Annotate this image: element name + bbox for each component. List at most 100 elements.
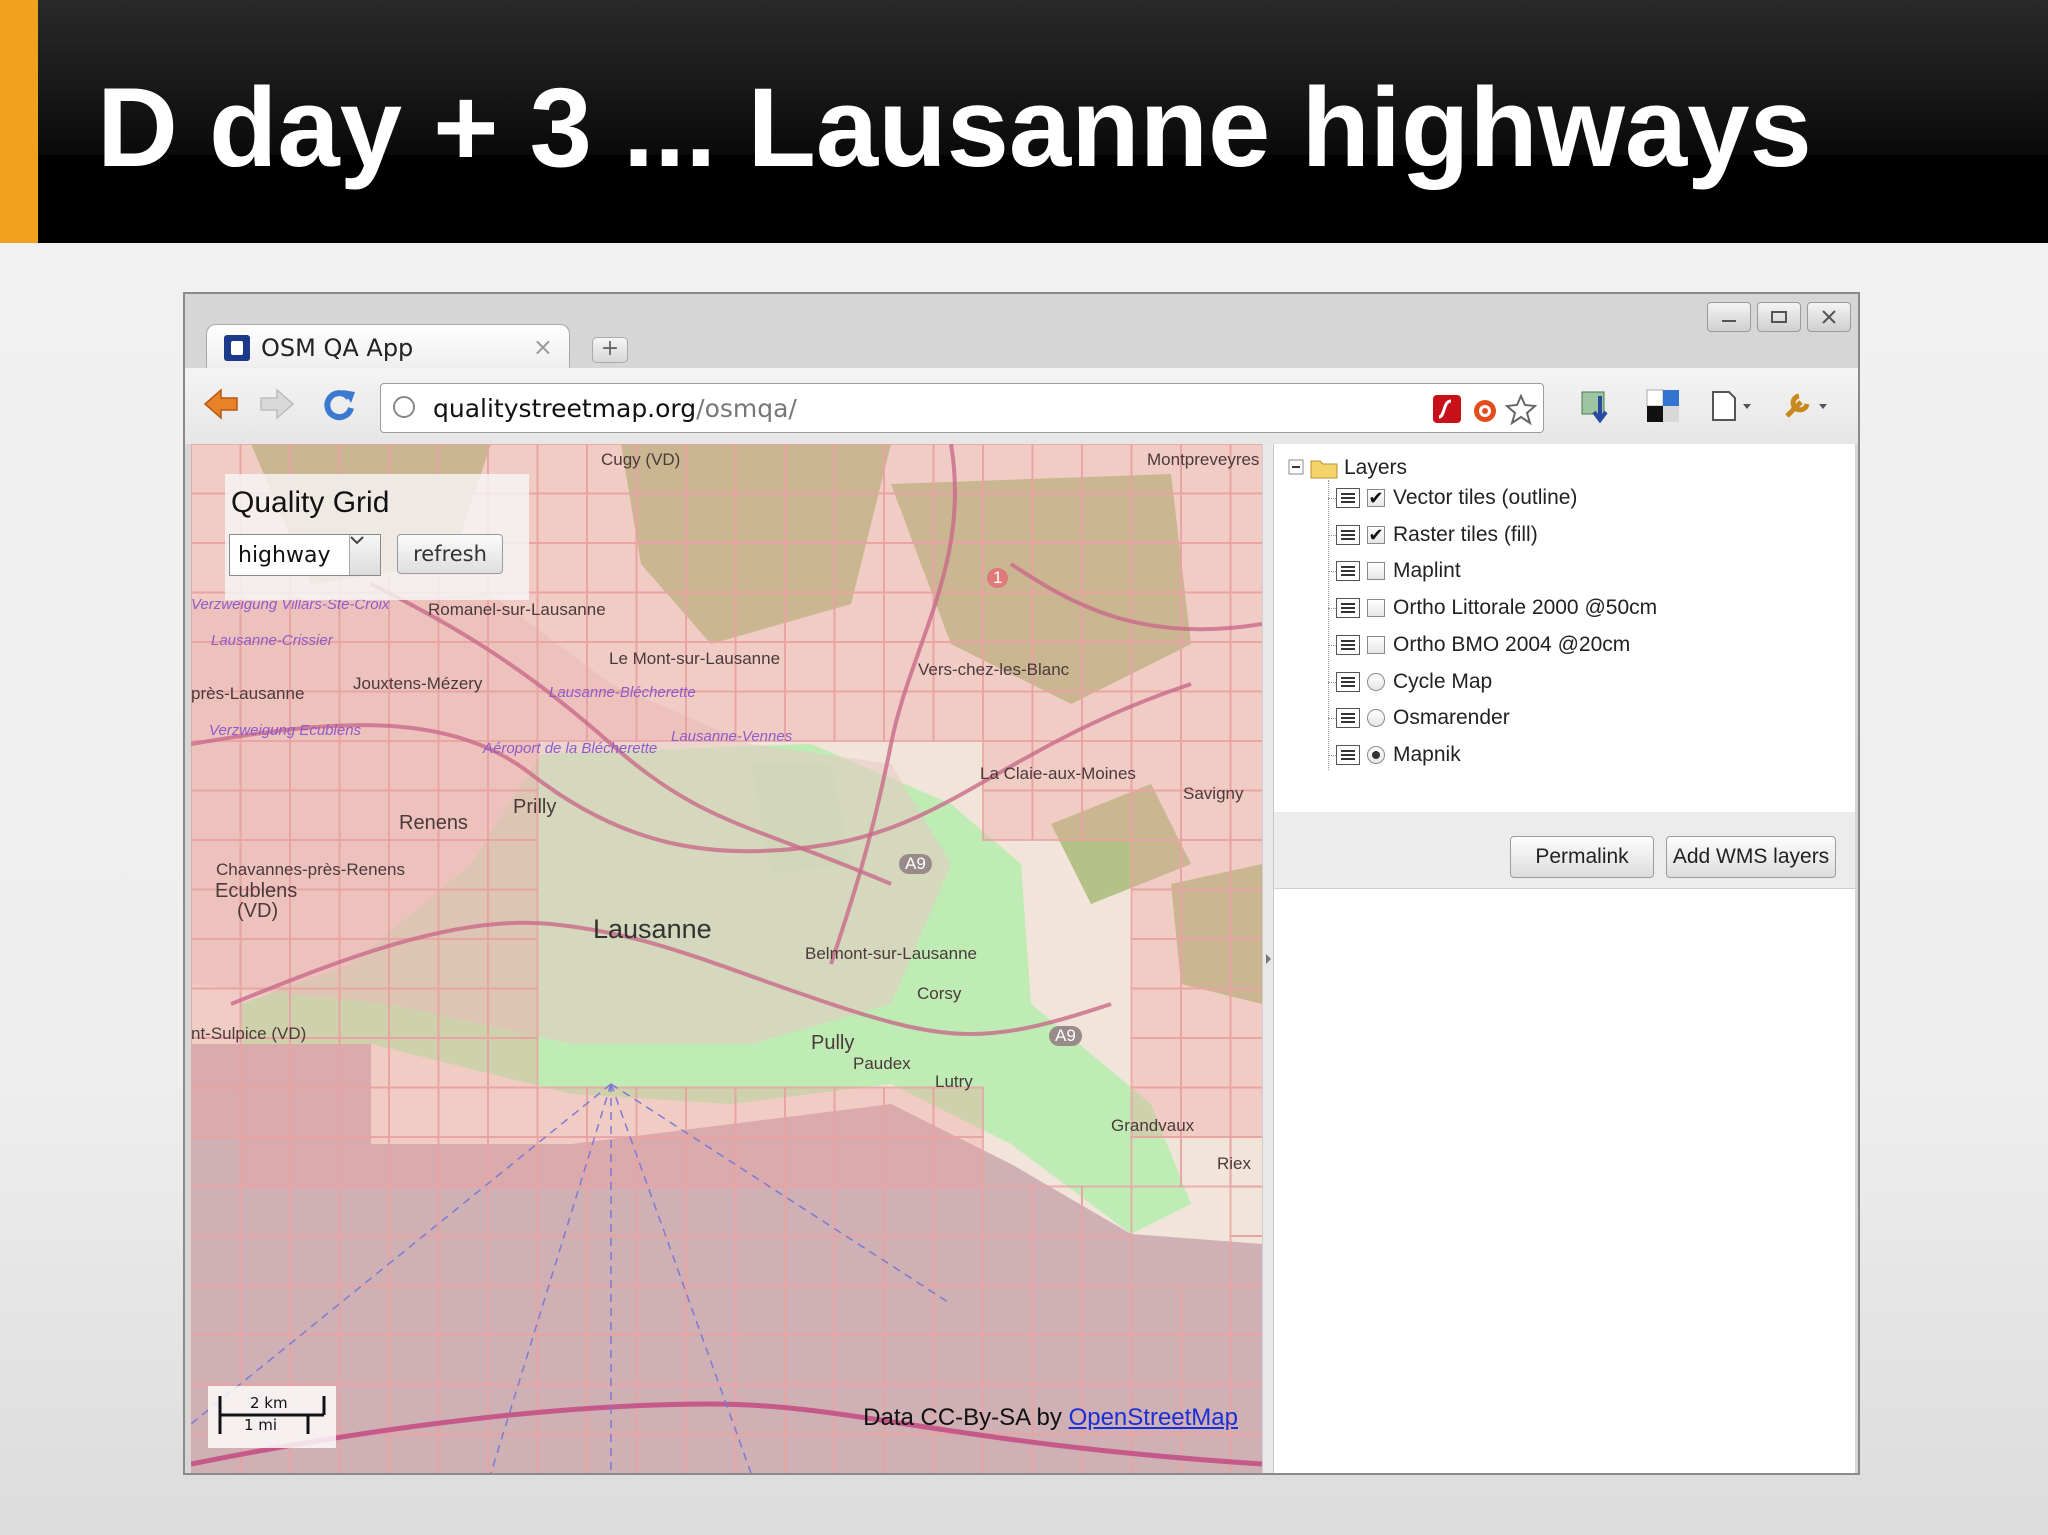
scale-mi: 1 mi bbox=[244, 1416, 278, 1434]
new-tab-button[interactable]: + bbox=[592, 337, 628, 363]
flash-icon[interactable] bbox=[1431, 393, 1463, 425]
layer-item[interactable]: Osmarender bbox=[1336, 702, 1510, 734]
layer-panel-toolbar: Permalink Add WMS layers bbox=[1273, 812, 1855, 900]
bookmark-star-icon[interactable] bbox=[1505, 393, 1537, 425]
back-button[interactable] bbox=[199, 382, 243, 426]
page-menu-icon[interactable] bbox=[1707, 386, 1759, 426]
layer-radio[interactable] bbox=[1367, 709, 1385, 728]
layer-legend-icon bbox=[1336, 671, 1360, 692]
layer-radio[interactable] bbox=[1367, 672, 1385, 691]
layer-item[interactable]: Cycle Map bbox=[1336, 666, 1492, 698]
place-label: Cugy (VD) bbox=[601, 450, 681, 469]
place-label: Belmont-sur-Lausanne bbox=[805, 944, 977, 963]
reload-icon bbox=[324, 390, 355, 421]
url-path: /osmqa/ bbox=[696, 394, 797, 423]
place-label: Grandvaux bbox=[1111, 1116, 1195, 1135]
layer-legend-icon bbox=[1336, 708, 1360, 729]
layer-label: Ortho Littorale 2000 @50cm bbox=[1393, 596, 1658, 620]
attribution-text: Data CC-By-SA by bbox=[863, 1404, 1069, 1431]
select-value: highway bbox=[238, 543, 331, 568]
close-window-button[interactable] bbox=[1807, 302, 1851, 332]
layer-checkbox[interactable] bbox=[1367, 635, 1385, 654]
maximize-button[interactable] bbox=[1757, 302, 1801, 332]
tree-connector bbox=[1328, 480, 1329, 770]
header-accent-bar bbox=[0, 0, 38, 243]
layer-item[interactable]: ✔ Raster tiles (fill) bbox=[1336, 519, 1538, 551]
close-icon bbox=[1822, 310, 1836, 324]
layer-item[interactable]: Maplint bbox=[1336, 555, 1461, 587]
delicious-icon[interactable] bbox=[1643, 386, 1683, 426]
quality-grid-control: Quality Grid highway refresh bbox=[225, 474, 529, 600]
highway-shield: A9 bbox=[1049, 1026, 1082, 1046]
layer-label: Mapnik bbox=[1393, 742, 1461, 766]
add-wms-layers-button[interactable]: Add WMS layers bbox=[1666, 836, 1836, 878]
greasemonkey-icon[interactable] bbox=[1469, 393, 1501, 425]
place-label: Chavannes-près-Renens bbox=[216, 860, 405, 879]
place-label: Romanel-sur-Lausanne bbox=[428, 600, 606, 619]
place-label-lausanne: Lausanne bbox=[593, 914, 712, 944]
app-favicon-icon bbox=[224, 335, 250, 361]
openstreetmap-link[interactable]: OpenStreetMap bbox=[1069, 1404, 1238, 1431]
layer-legend-icon bbox=[1336, 488, 1360, 508]
layer-item[interactable]: ✔ Vector tiles (outline) bbox=[1336, 482, 1577, 514]
browser-tab[interactable]: OSM QA App × bbox=[206, 324, 570, 368]
slide-header: D day + 3 ... Lausanne highways bbox=[0, 0, 2048, 243]
tab-close-icon[interactable]: × bbox=[533, 333, 553, 361]
browser-window: OSM QA App × + qualitystreetmap.org/osmq… bbox=[183, 292, 1860, 1475]
route-label: Lausanne-Blécherette bbox=[549, 684, 696, 701]
place-label: Jouxtens-Mézery bbox=[353, 674, 483, 693]
layer-checkbox[interactable]: ✔ bbox=[1367, 489, 1385, 507]
forward-button[interactable] bbox=[255, 382, 299, 426]
layer-checkbox[interactable]: ✔ bbox=[1367, 525, 1385, 544]
place-label: (VD) bbox=[237, 900, 279, 922]
layer-legend-icon bbox=[1336, 561, 1360, 582]
highway-shield: A9 bbox=[899, 854, 932, 874]
layer-radio[interactable] bbox=[1367, 745, 1385, 764]
layer-item[interactable]: Mapnik bbox=[1336, 739, 1461, 771]
reload-button[interactable] bbox=[317, 382, 361, 426]
route-label: Lausanne-Crissier bbox=[211, 632, 333, 649]
wrench-menu-icon[interactable] bbox=[1779, 386, 1835, 426]
map-attribution: Data CC-By-SA by OpenStreetMap bbox=[863, 1404, 1238, 1432]
place-label: Lutry bbox=[935, 1072, 973, 1091]
place-label: Prilly bbox=[513, 796, 557, 818]
layers-root-label: Layers bbox=[1344, 456, 1408, 479]
route-label: Lausanne-Vennes bbox=[671, 728, 793, 745]
folder-icon bbox=[1310, 460, 1338, 479]
place-label: Paudex bbox=[853, 1054, 911, 1073]
layers-root[interactable]: Layers bbox=[1288, 454, 1407, 482]
layer-label: Osmarender bbox=[1393, 706, 1510, 730]
layer-item[interactable]: Ortho BMO 2004 @20cm bbox=[1336, 629, 1630, 661]
address-bar[interactable]: qualitystreetmap.org/osmqa/ bbox=[380, 383, 1544, 433]
globe-icon bbox=[393, 396, 415, 418]
layer-checkbox[interactable] bbox=[1367, 562, 1385, 581]
layer-legend-icon bbox=[1336, 524, 1360, 545]
layer-label: Maplint bbox=[1393, 559, 1461, 583]
url-text: qualitystreetmap.org/osmqa/ bbox=[433, 394, 797, 423]
refresh-button[interactable]: refresh bbox=[397, 534, 503, 574]
layer-type-select[interactable]: highway bbox=[229, 534, 381, 576]
place-label: Montpreveyres bbox=[1147, 450, 1260, 469]
map-viewport[interactable]: Cugy (VD) Montpreveyres Romanel-sur-Laus… bbox=[191, 444, 1262, 1473]
chevron-down-icon[interactable] bbox=[349, 535, 380, 575]
quality-grid-title: Quality Grid bbox=[231, 486, 390, 519]
layer-details-panel bbox=[1273, 888, 1855, 1473]
collapse-tree-icon[interactable] bbox=[1288, 459, 1306, 477]
route-label: Aéroport de la Blécherette bbox=[483, 740, 658, 757]
route-label: Verzweigung Ecublens bbox=[209, 722, 362, 739]
maximize-icon bbox=[1771, 311, 1787, 323]
layer-item[interactable]: Ortho Littorale 2000 @50cm bbox=[1336, 592, 1657, 624]
layer-checkbox[interactable] bbox=[1367, 599, 1385, 618]
page-content: Cugy (VD) Montpreveyres Romanel-sur-Laus… bbox=[191, 444, 1855, 1473]
layer-tree-panel: Layers ✔ Vector tiles (outline) ✔ Raster ti… bbox=[1273, 444, 1855, 812]
layer-label: Vector tiles (outline) bbox=[1393, 486, 1578, 509]
permalink-button[interactable]: Permalink bbox=[1510, 836, 1654, 878]
minimize-icon bbox=[1722, 320, 1736, 322]
place-label: Vers-chez-les-Blanc bbox=[918, 660, 1070, 679]
minimize-button[interactable] bbox=[1707, 302, 1751, 332]
map-scale: 2 km 1 mi bbox=[208, 1386, 336, 1448]
layer-legend-icon bbox=[1336, 598, 1360, 619]
layer-legend-icon bbox=[1336, 744, 1360, 765]
extension-download-icon[interactable] bbox=[1578, 386, 1618, 426]
layer-label: Ortho BMO 2004 @20cm bbox=[1393, 632, 1631, 656]
